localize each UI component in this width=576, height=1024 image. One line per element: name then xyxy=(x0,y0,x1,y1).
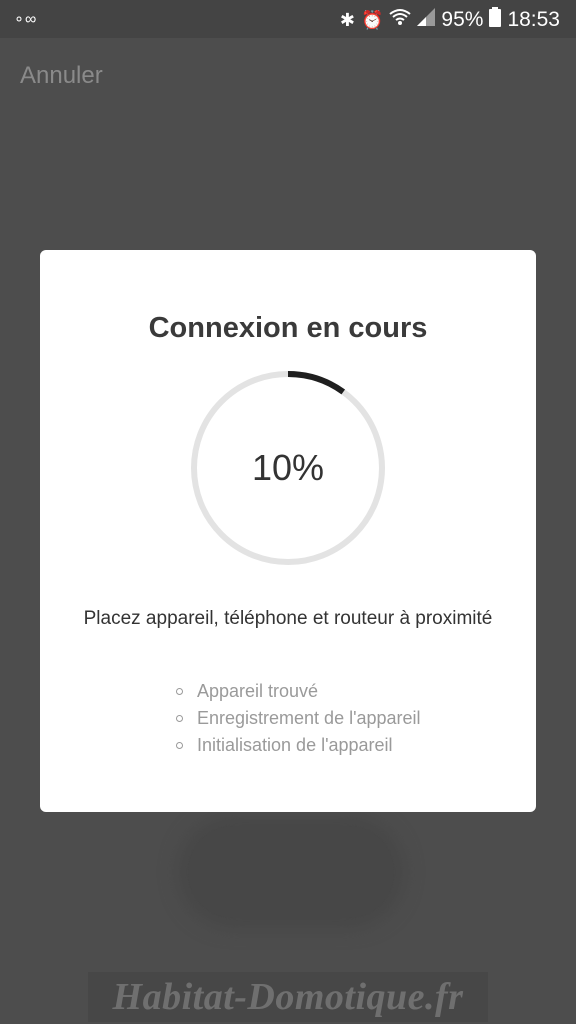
status-bar: ∘∞ ✱ ⏰ 95% 18:53 xyxy=(0,0,576,38)
step-bullet-icon xyxy=(176,688,183,695)
proximity-hint: Placez appareil, téléphone et routeur à … xyxy=(83,608,493,629)
watermark: Habitat-Domotique.fr xyxy=(88,972,488,1022)
status-bar-right: ✱ ⏰ 95% 18:53 xyxy=(340,7,560,32)
step-label: Enregistrement de l'appareil xyxy=(197,708,421,728)
clock: 18:53 xyxy=(507,7,560,31)
step-item: Appareil trouvé xyxy=(176,678,421,705)
wifi-icon xyxy=(389,8,412,31)
progress-percent: 10% xyxy=(251,447,325,488)
dialog-title: Connexion en cours xyxy=(148,312,428,344)
step-label: Initialisation de l'appareil xyxy=(197,735,393,755)
step-bullet-icon xyxy=(176,742,183,749)
screen: ∘∞ ✱ ⏰ 95% 18:53 Annuler Habitat-Domotiq… xyxy=(0,0,576,1024)
alarm-icon: ⏰ xyxy=(360,9,384,30)
step-item: Initialisation de l'appareil xyxy=(176,732,421,759)
bluetooth-icon: ✱ xyxy=(339,9,355,30)
cancel-button[interactable]: Annuler xyxy=(20,62,103,90)
step-label: Appareil trouvé xyxy=(197,681,319,701)
step-item: Enregistrement de l'appareil xyxy=(176,705,421,732)
battery-icon xyxy=(489,7,502,32)
connection-steps: Appareil trouvé Enregistrement de l'appa… xyxy=(176,678,421,759)
background-device-image xyxy=(188,826,394,918)
notification-icon: ∘∞ xyxy=(14,11,38,28)
step-bullet-icon xyxy=(176,715,183,722)
battery-percent: 95% xyxy=(441,7,484,31)
connection-dialog: Connexion en cours 10% Placez appareil, … xyxy=(40,250,536,812)
signal-icon xyxy=(417,8,436,31)
